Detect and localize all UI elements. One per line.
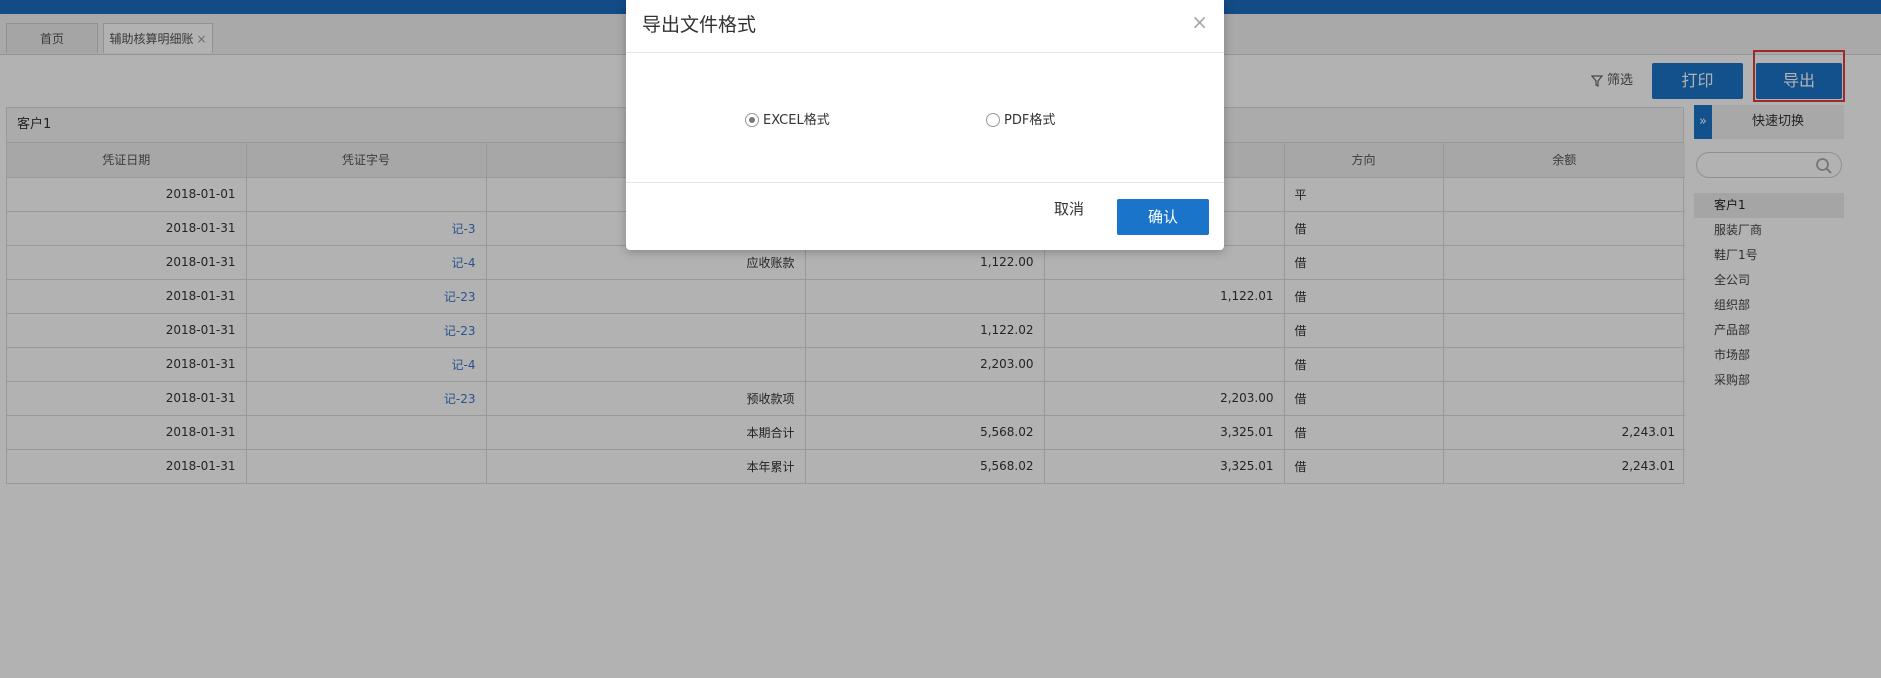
radio-checked-icon[interactable] bbox=[745, 113, 759, 127]
excel-format-label: EXCEL格式 bbox=[763, 113, 830, 128]
excel-format-radio[interactable]: EXCEL格式 bbox=[745, 109, 830, 128]
dialog-title: 导出文件格式 bbox=[642, 14, 757, 36]
pdf-format-label: PDF格式 bbox=[1004, 113, 1056, 128]
radio-unchecked-icon[interactable] bbox=[986, 113, 1000, 127]
export-format-dialog: 导出文件格式 × EXCEL格式 PDF格式 取消 确认 bbox=[626, 0, 1224, 250]
close-icon[interactable]: × bbox=[1191, 10, 1208, 34]
pdf-format-radio[interactable]: PDF格式 bbox=[986, 109, 1055, 128]
dialog-footer-divider bbox=[626, 182, 1224, 183]
cancel-button[interactable]: 取消 bbox=[1054, 198, 1084, 219]
dialog-divider bbox=[626, 52, 1224, 53]
confirm-button[interactable]: 确认 bbox=[1117, 199, 1209, 235]
